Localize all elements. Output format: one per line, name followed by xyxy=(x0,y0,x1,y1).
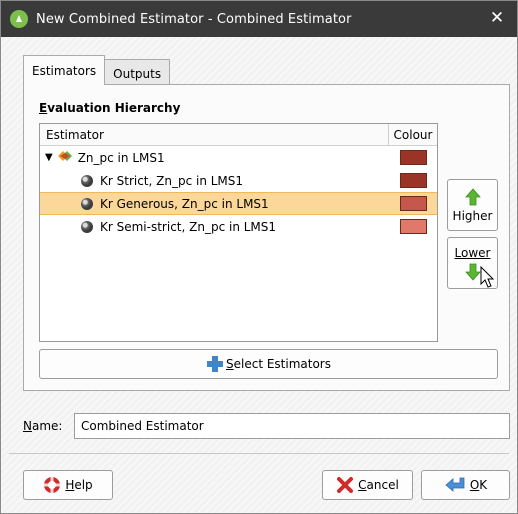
close-icon[interactable]: ✕ xyxy=(487,8,507,28)
row-label: Kr Generous, Zn_pc in LMS1 xyxy=(100,196,269,211)
help-button[interactable]: Help xyxy=(23,470,113,500)
colour-swatch[interactable] xyxy=(400,219,427,234)
help-lifebuoy-icon xyxy=(44,477,61,493)
plus-icon xyxy=(207,356,223,372)
estimator-tree[interactable]: Estimator Colour ▼ Zn_pc in LMS1 Kr Stri… xyxy=(39,123,438,342)
colour-swatch[interactable] xyxy=(400,150,427,165)
tab-estimators[interactable]: Estimators xyxy=(23,55,106,85)
tree-row[interactable]: Kr Semi-strict, Zn_pc in LMS1 xyxy=(40,215,437,238)
colour-swatch[interactable] xyxy=(400,173,427,188)
section-heading: Evaluation Hierarchy xyxy=(39,101,180,115)
expand-triangle-icon[interactable]: ▼ xyxy=(45,152,53,163)
ok-label: OK xyxy=(469,478,488,492)
column-header-estimator[interactable]: Estimator xyxy=(40,124,389,145)
kriging-estimator-icon xyxy=(81,174,93,187)
tree-header: Estimator Colour xyxy=(40,124,437,146)
footer-divider xyxy=(9,453,509,454)
tab-label: Outputs xyxy=(113,66,162,81)
mnemonic-letter: E xyxy=(39,101,48,115)
arrow-up-icon xyxy=(464,187,481,205)
window-title: New Combined Estimator - Combined Estima… xyxy=(36,11,352,27)
dialog-window: New Combined Estimator - Combined Estima… xyxy=(0,0,518,514)
tab-bar: Estimators Outputs xyxy=(23,55,171,87)
title-bar: New Combined Estimator - Combined Estima… xyxy=(1,1,517,37)
higher-label: Higher xyxy=(452,208,493,223)
lower-label: Lower xyxy=(454,245,491,260)
select-estimators-button[interactable]: Select Estimators xyxy=(39,349,498,379)
tree-row[interactable]: ▼ Zn_pc in LMS1 xyxy=(40,146,437,169)
row-label: Kr Strict, Zn_pc in LMS1 xyxy=(100,173,244,188)
tree-row-selected[interactable]: Kr Generous, Zn_pc in LMS1 xyxy=(40,192,437,215)
cancel-label: Cancel xyxy=(358,478,399,492)
app-icon xyxy=(10,10,28,28)
tab-label: Estimators xyxy=(32,63,97,78)
mouse-cursor-icon xyxy=(480,266,495,288)
cancel-x-icon xyxy=(337,477,354,493)
ok-button[interactable]: OK xyxy=(421,470,510,500)
heading-text: valuation Hierarchy xyxy=(47,101,181,115)
kriging-estimator-icon xyxy=(81,197,93,210)
arrow-down-icon xyxy=(464,263,481,281)
colour-swatch[interactable] xyxy=(400,196,427,211)
cancel-button[interactable]: Cancel xyxy=(322,470,413,500)
higher-button[interactable]: Higher xyxy=(447,179,498,231)
select-estimators-label: Select Estimators xyxy=(226,357,331,371)
help-label: Help xyxy=(65,478,93,492)
tree-row[interactable]: Kr Strict, Zn_pc in LMS1 xyxy=(40,169,437,192)
tab-outputs[interactable]: Outputs xyxy=(104,59,171,87)
combined-estimator-icon xyxy=(57,149,73,166)
row-label: Kr Semi-strict, Zn_pc in LMS1 xyxy=(100,219,277,234)
name-input[interactable] xyxy=(74,413,510,439)
kriging-estimator-icon xyxy=(81,220,93,233)
name-label: Name: xyxy=(23,419,63,433)
column-header-colour[interactable]: Colour xyxy=(389,124,437,145)
ok-return-arrow-icon xyxy=(445,477,465,492)
row-label: Zn_pc in LMS1 xyxy=(77,150,165,165)
